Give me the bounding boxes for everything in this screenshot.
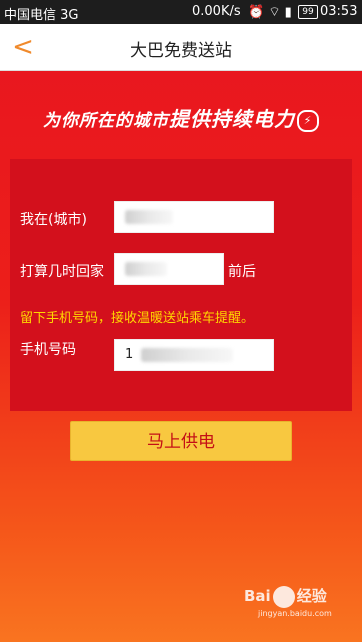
phone-hint: 留下手机号码，接收温暖送站乘车提醒。: [20, 311, 255, 326]
supply-power-button[interactable]: 马上供电: [70, 421, 292, 461]
main-content: 为你所在的城市提供持续电力 ⚡ 我在(城市) 打算几时回家 前后 留下手机号码，接…: [0, 71, 362, 642]
phone-value-redacted: [141, 347, 234, 362]
lightning-bolt-icon: ⚡: [297, 110, 319, 132]
phone-value: 1: [125, 347, 134, 362]
alarm-wifi-signal-icons: ⏰ ⌔ ▮: [248, 5, 292, 20]
baidu-jingyan-watermark: Bai 经验: [244, 585, 327, 608]
nav-bar: < 大巴免费送站: [0, 24, 362, 71]
slogan-text: 为你所在的城市: [43, 111, 169, 131]
watermark-url: jingyan.baidu.com: [258, 609, 332, 618]
network-speed: 0.00K/s: [192, 4, 241, 19]
city-value-redacted: [125, 209, 173, 224]
paw-icon: [272, 585, 295, 608]
return-time-value-redacted: [125, 261, 167, 276]
form-panel: 我在(城市) 打算几时回家 前后 留下手机号码，接收温暖送站乘车提醒。 手机号码…: [10, 159, 352, 411]
page-title: 大巴免费送站: [130, 41, 232, 61]
slogan-emphasis: 提供持续电力: [169, 107, 295, 131]
phone-input[interactable]: 1: [114, 339, 274, 371]
status-bar: 中国电信 3G 0.00K/s ⏰ ⌔ ▮ 99 03:53: [0, 0, 362, 24]
battery-icon: 99: [298, 5, 318, 19]
return-time-suffix: 前后: [228, 264, 256, 280]
return-time-label: 打算几时回家: [20, 264, 104, 280]
slogan-banner: 为你所在的城市提供持续电力 ⚡: [0, 103, 362, 132]
return-time-input[interactable]: [114, 253, 224, 285]
watermark-brand: Bai: [244, 587, 271, 605]
clock: 03:53: [320, 4, 358, 19]
city-label: 我在(城市): [20, 212, 87, 228]
carrier-label: 中国电信 3G: [4, 8, 79, 23]
phone-label: 手机号码: [20, 342, 76, 358]
city-input[interactable]: [114, 201, 274, 233]
watermark-suffix: 经验: [296, 587, 327, 605]
